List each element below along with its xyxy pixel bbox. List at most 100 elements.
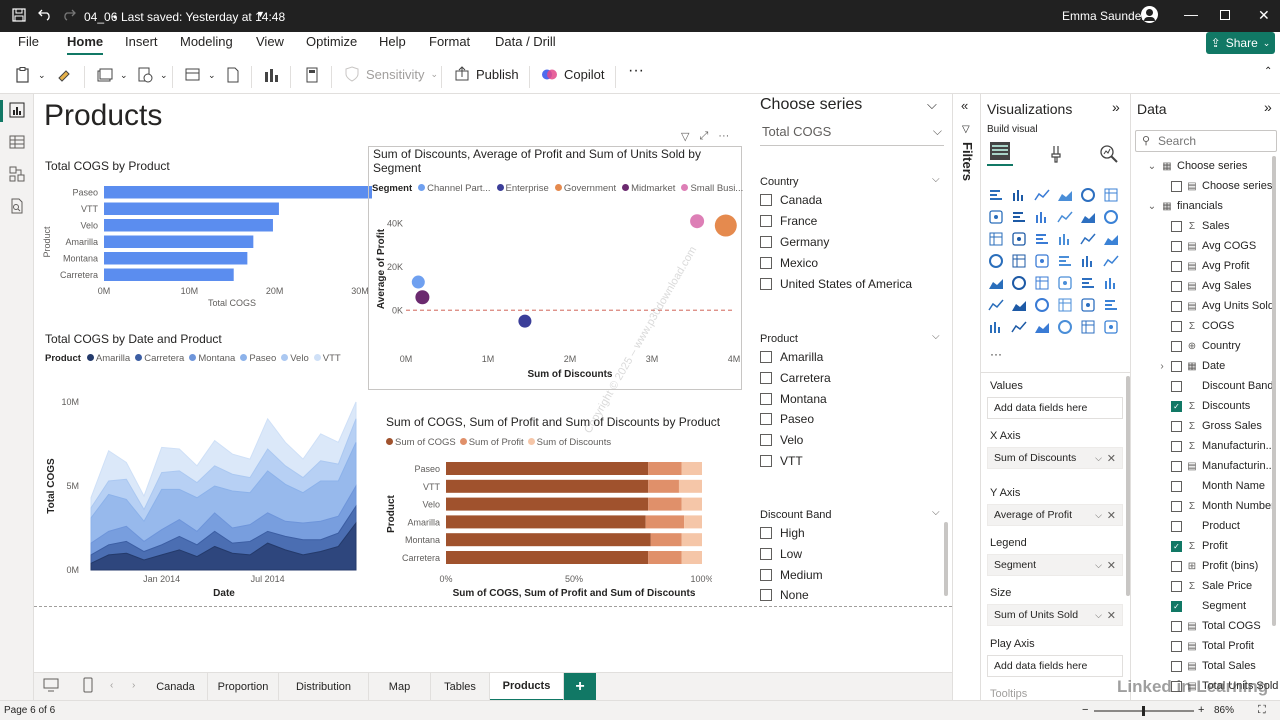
slicer-scrollbar[interactable] xyxy=(944,522,948,596)
menu-help[interactable]: Help xyxy=(379,34,406,49)
checkbox[interactable] xyxy=(760,215,772,227)
remove-field-icon[interactable]: ✕ xyxy=(1107,609,1116,622)
slicer-item[interactable]: Mexico xyxy=(760,256,818,270)
remove-field-icon[interactable]: ✕ xyxy=(1107,452,1116,465)
expand-chevron-icon[interactable]: › xyxy=(1157,361,1167,372)
menu-format[interactable]: Format xyxy=(429,34,470,49)
checkbox[interactable] xyxy=(760,413,772,426)
user-name[interactable]: Emma Saunders xyxy=(1062,9,1151,23)
menu-optimize[interactable]: Optimize xyxy=(306,34,357,49)
visual-ribbon-icon[interactable] xyxy=(987,230,1005,248)
chevron-down-icon[interactable]: ⌵ xyxy=(1095,510,1102,521)
checkbox[interactable] xyxy=(760,371,772,384)
visual-paginated-icon[interactable] xyxy=(1102,296,1120,314)
cogs-by-product-bar-chart[interactable]: Paseo VTT Velo Amarilla Montana Carretera0M 10… xyxy=(42,180,372,310)
stacked-bar-segment[interactable] xyxy=(681,551,702,564)
expand-chevron-icon[interactable]: ⌄ xyxy=(1147,201,1157,212)
stacked-bar-segment[interactable] xyxy=(648,497,682,511)
collapse-icon[interactable]: » xyxy=(1112,99,1120,115)
checkbox-checked[interactable]: ✓ xyxy=(1171,600,1182,612)
data-field-item[interactable]: ▤ Total Sales xyxy=(1171,660,1256,672)
collapse-ribbon-icon[interactable]: ⌃ xyxy=(1264,66,1272,77)
data-field-item[interactable]: ▤ Manufacturin... xyxy=(1171,460,1275,472)
visual-get-more-icon[interactable] xyxy=(1056,318,1074,336)
tab-proportion[interactable]: Proportion xyxy=(208,673,279,701)
checkbox[interactable] xyxy=(1171,320,1182,332)
checkbox[interactable] xyxy=(760,392,772,405)
checkbox[interactable] xyxy=(1171,620,1182,632)
checkbox-checked[interactable]: ✓ xyxy=(1171,400,1182,412)
chevron-down-icon[interactable]: ⌵ xyxy=(1095,453,1102,464)
data-field-item[interactable]: ✓ Σ Discounts xyxy=(1171,400,1250,412)
visual-stacked-bar-icon[interactable] xyxy=(987,186,1005,204)
refresh-button[interactable] xyxy=(224,66,242,84)
data-field-item[interactable]: Product xyxy=(1171,520,1240,532)
checkbox[interactable] xyxy=(760,351,772,363)
well-field[interactable]: Sum of Discounts ⌵ ✕ xyxy=(987,447,1123,469)
checkbox[interactable] xyxy=(760,434,772,447)
checkbox[interactable] xyxy=(760,278,772,290)
analytics-tab[interactable] xyxy=(1099,144,1119,164)
model-view-icon[interactable] xyxy=(9,166,25,182)
stacked-bar-segment[interactable] xyxy=(648,479,679,493)
checkbox[interactable] xyxy=(1171,640,1182,652)
menu-view[interactable]: View xyxy=(256,34,284,49)
visual-pie-icon[interactable] xyxy=(1079,230,1097,248)
maximize-icon[interactable] xyxy=(1220,10,1230,20)
data-field-item[interactable]: Σ COGS xyxy=(1171,320,1234,332)
checkbox[interactable] xyxy=(1171,500,1182,512)
tab-products[interactable]: Products xyxy=(490,673,564,701)
data-field-item[interactable]: Σ Gross Sales xyxy=(1171,420,1262,432)
add-page-button[interactable]: + xyxy=(564,673,596,700)
paste-button[interactable]: ⌄ xyxy=(14,66,46,84)
checkbox[interactable] xyxy=(1171,580,1182,592)
tab-tables[interactable]: Tables xyxy=(431,673,490,701)
visual-card-icon[interactable] xyxy=(1102,252,1120,270)
visual-power-apps-icon[interactable] xyxy=(987,318,1005,336)
tab-distribution[interactable]: Distribution xyxy=(279,673,369,701)
new-visual-button[interactable] xyxy=(262,66,280,84)
checkbox-checked[interactable]: ✓ xyxy=(1171,540,1182,552)
menu-insert[interactable]: Insert xyxy=(125,34,158,49)
visual-metrics-icon[interactable] xyxy=(1033,318,1051,336)
dax-query-view-icon[interactable] xyxy=(9,198,25,214)
fit-to-page-icon[interactable]: ⛶ xyxy=(1258,704,1266,717)
data-field-item[interactable]: ✓ Σ Profit xyxy=(1171,540,1228,552)
focus-mode-icon[interactable]: ⤢ xyxy=(699,130,708,143)
bar[interactable] xyxy=(104,186,372,199)
bar[interactable] xyxy=(104,235,254,249)
visual-map-icon[interactable] xyxy=(1010,252,1028,270)
visual-power-automate-icon[interactable] xyxy=(1010,318,1028,336)
scatter-point[interactable] xyxy=(690,214,705,229)
chevron-down-icon[interactable]: ⌵ xyxy=(932,507,940,518)
minimize-icon[interactable]: — xyxy=(1184,6,1198,22)
data-field-item[interactable]: Discount Band xyxy=(1171,380,1274,392)
slicer-item[interactable]: High xyxy=(760,526,805,540)
data-pane-scrollbar[interactable] xyxy=(1272,156,1276,626)
data-field-item[interactable]: ⊞ Profit (bins) xyxy=(1171,560,1258,572)
slicer-item[interactable]: Germany xyxy=(760,235,829,249)
remove-field-icon[interactable]: ✕ xyxy=(1107,559,1116,572)
checkbox[interactable] xyxy=(1171,440,1182,452)
redo-icon[interactable] xyxy=(62,7,76,21)
scatter-point[interactable] xyxy=(411,275,425,289)
visual-funnel-icon[interactable] xyxy=(1033,230,1051,248)
slicer-item[interactable]: United States of America xyxy=(760,277,912,291)
visual-donut-icon[interactable] xyxy=(1102,230,1120,248)
slicer-item[interactable]: Montana xyxy=(760,392,827,406)
checkbox[interactable] xyxy=(1171,240,1182,252)
checkbox[interactable] xyxy=(1171,420,1182,432)
checkbox[interactable] xyxy=(1171,360,1182,372)
more-visuals-icon[interactable]: ··· xyxy=(990,347,1002,361)
stacked-bar-segment[interactable] xyxy=(446,551,649,564)
bar[interactable] xyxy=(104,252,248,265)
copilot-button[interactable]: Copilot xyxy=(541,66,604,83)
save-icon[interactable] xyxy=(12,8,26,22)
checkbox[interactable] xyxy=(760,236,772,248)
slicer-item[interactable]: Velo xyxy=(760,433,803,447)
data-field-item[interactable]: Σ Sales xyxy=(1171,220,1230,232)
stacked-bar-segment[interactable] xyxy=(650,533,682,547)
visual-decomposition-icon[interactable] xyxy=(1033,296,1051,314)
desktop-view-icon[interactable] xyxy=(43,678,59,692)
checkbox[interactable] xyxy=(1171,220,1182,232)
